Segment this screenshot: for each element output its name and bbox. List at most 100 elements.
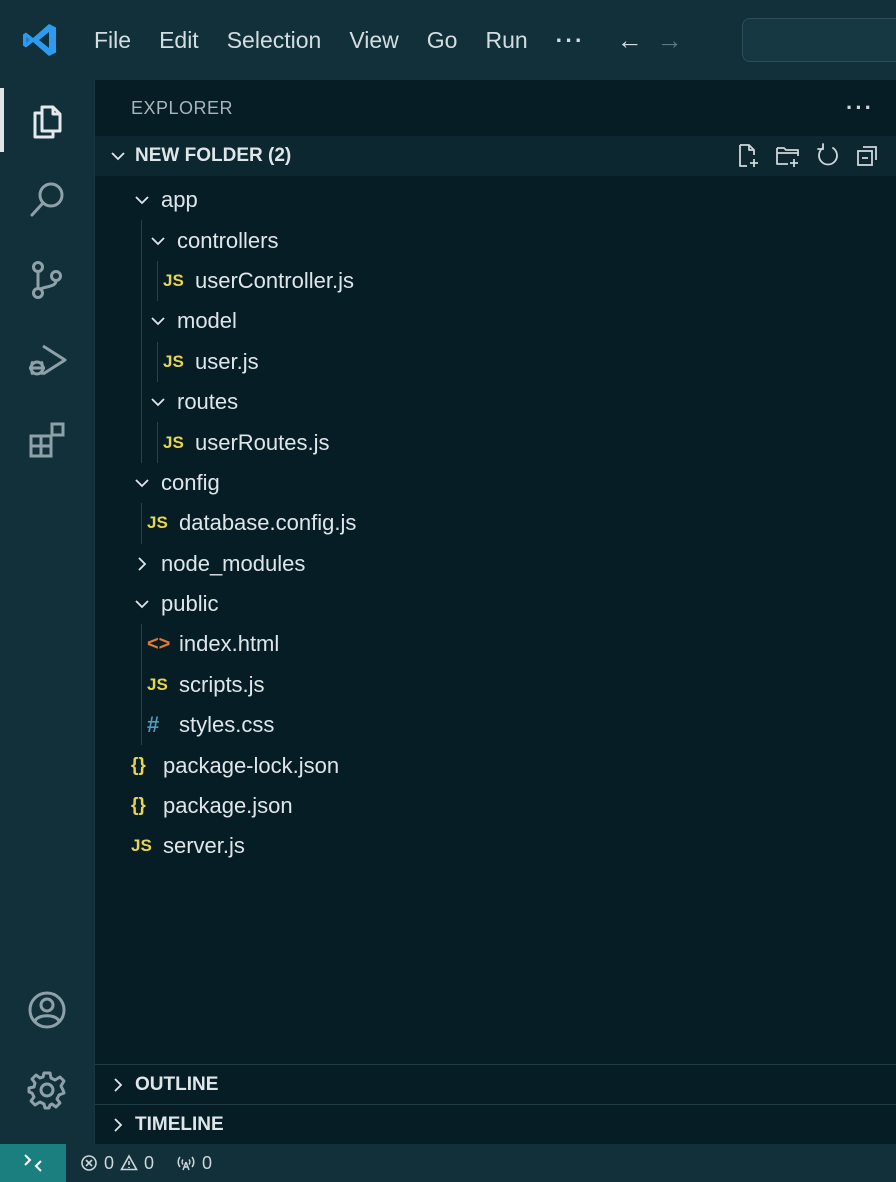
- extensions-icon: [29, 422, 65, 458]
- tree-file[interactable]: JS database.config.js: [95, 503, 896, 544]
- tree-item-label: app: [161, 187, 198, 213]
- chevron-right-icon: [114, 1117, 123, 1132]
- forward-arrow-icon[interactable]: →: [657, 25, 683, 56]
- tree-item-label: index.html: [179, 631, 280, 657]
- tree-file[interactable]: {} package.json: [95, 786, 896, 826]
- broadcast-icon: [177, 1156, 195, 1171]
- explorer-header: EXPLORER ···: [95, 80, 896, 136]
- indent-guide: [141, 260, 142, 302]
- error-count: 0: [104, 1152, 115, 1173]
- json-file-icon: {}: [131, 754, 146, 776]
- collapse-all-icon[interactable]: [854, 142, 882, 170]
- tree-file[interactable]: JS userRoutes.js: [95, 422, 896, 463]
- indent-guide: [141, 624, 142, 665]
- back-arrow-icon[interactable]: ←: [617, 25, 643, 56]
- tree-folder[interactable]: node_modules: [95, 544, 896, 584]
- tree-item-label: public: [161, 591, 219, 617]
- menu-item-edit[interactable]: Edit: [145, 18, 213, 62]
- indent-guide: [141, 705, 142, 746]
- tree-item-label: userController.js: [195, 267, 354, 293]
- html-file-icon: <>: [147, 632, 171, 655]
- tree-file[interactable]: JS scripts.js: [95, 664, 896, 706]
- menu-bar: File Edit Selection View Go Run ···: [80, 0, 599, 80]
- explorer-more-button[interactable]: ···: [846, 95, 874, 121]
- problems-status[interactable]: 0 0: [80, 1153, 154, 1174]
- tree-folder[interactable]: model: [95, 301, 896, 342]
- remote-icon: [24, 1154, 42, 1172]
- tree-file[interactable]: JS user.js: [95, 341, 896, 382]
- command-center-search[interactable]: [742, 18, 896, 62]
- menu-item-run[interactable]: Run: [471, 18, 541, 62]
- tree-folder[interactable]: public: [95, 584, 896, 624]
- tree-item-label: server.js: [163, 833, 245, 859]
- outline-label: OUTLINE: [135, 1073, 219, 1095]
- indent-guide: [141, 220, 142, 261]
- account-icon: [28, 991, 66, 1029]
- new-file-icon[interactable]: [734, 142, 762, 170]
- manage-activity-button[interactable]: [0, 1050, 94, 1130]
- menu-item-selection[interactable]: Selection: [213, 18, 336, 62]
- tree-item-label: database.config.js: [179, 510, 357, 536]
- warning-count: 0: [144, 1152, 155, 1173]
- indent-guide: [141, 503, 142, 544]
- tree-item-label: styles.css: [179, 712, 275, 738]
- folder-actions: [734, 142, 882, 170]
- error-icon: [81, 1155, 97, 1171]
- chevron-down-icon: [147, 312, 169, 330]
- remote-indicator[interactable]: [0, 1144, 66, 1182]
- status-bar: 0 0 0: [0, 1144, 896, 1182]
- tree-item-label: routes: [177, 389, 239, 415]
- js-file-icon: JS: [163, 432, 184, 452]
- chevron-right-icon: [131, 555, 153, 573]
- menu-item-view[interactable]: View: [335, 18, 412, 62]
- tree-item-label: controllers: [177, 227, 279, 253]
- manage-gear-icon: [27, 1071, 66, 1110]
- nav-arrows: ← →: [617, 25, 683, 56]
- js-file-icon: JS: [147, 674, 168, 694]
- menu-item-more[interactable]: ···: [542, 18, 599, 62]
- outline-panel-header[interactable]: OUTLINE: [95, 1064, 896, 1104]
- refresh-icon[interactable]: [814, 142, 842, 170]
- account-activity-button[interactable]: [0, 970, 94, 1050]
- search-activity-button[interactable]: [0, 160, 94, 240]
- source-control-activity-button[interactable]: [0, 240, 94, 320]
- menu-item-go[interactable]: Go: [413, 18, 472, 62]
- js-file-icon: JS: [131, 836, 152, 856]
- tree-folder[interactable]: controllers: [95, 220, 896, 261]
- timeline-panel-header[interactable]: TIMELINE: [95, 1104, 896, 1144]
- tree-file[interactable]: {} package-lock.json: [95, 745, 896, 785]
- explorer-sidebar: EXPLORER ··· NEW FOLDER (2) app controlle…: [94, 80, 896, 1144]
- tree-item-label: scripts.js: [179, 671, 265, 697]
- workspace-folder-header[interactable]: NEW FOLDER (2): [95, 136, 896, 176]
- tree-folder[interactable]: config: [95, 463, 896, 503]
- explorer-activity-button[interactable]: [0, 80, 94, 160]
- run-debug-icon: [29, 344, 67, 376]
- timeline-label: TIMELINE: [135, 1113, 224, 1135]
- tree-item-label: model: [177, 308, 237, 334]
- title-bar: File Edit Selection View Go Run ··· ← →: [0, 0, 896, 80]
- folder-name: NEW FOLDER (2): [135, 145, 292, 166]
- explorer-title: EXPLORER: [131, 97, 234, 118]
- tree-file[interactable]: # styles.css: [95, 705, 896, 746]
- indent-guide: [141, 664, 142, 706]
- tree-folder[interactable]: routes: [95, 381, 896, 423]
- tree-item-label: package-lock.json: [163, 752, 340, 778]
- tree-file[interactable]: JS userController.js: [95, 260, 896, 302]
- source-control-icon: [32, 261, 62, 299]
- new-folder-icon[interactable]: [774, 142, 802, 170]
- json-file-icon: {}: [131, 795, 146, 817]
- menu-item-file[interactable]: File: [80, 18, 145, 62]
- chevron-down-icon: [111, 152, 125, 161]
- chevron-down-icon: [147, 393, 169, 411]
- ports-status[interactable]: 0: [176, 1153, 212, 1174]
- extensions-activity-button[interactable]: [0, 400, 94, 480]
- tree-file[interactable]: JS server.js: [95, 826, 896, 866]
- run-debug-activity-button[interactable]: [0, 320, 94, 400]
- tree-file[interactable]: <> index.html: [95, 624, 896, 665]
- vscode-logo-icon: [0, 0, 80, 80]
- chevron-down-icon: [131, 191, 153, 209]
- js-file-icon: JS: [163, 351, 184, 371]
- indent-guide: [157, 260, 158, 302]
- warning-icon: [120, 1154, 138, 1171]
- tree-folder[interactable]: app: [95, 180, 896, 220]
